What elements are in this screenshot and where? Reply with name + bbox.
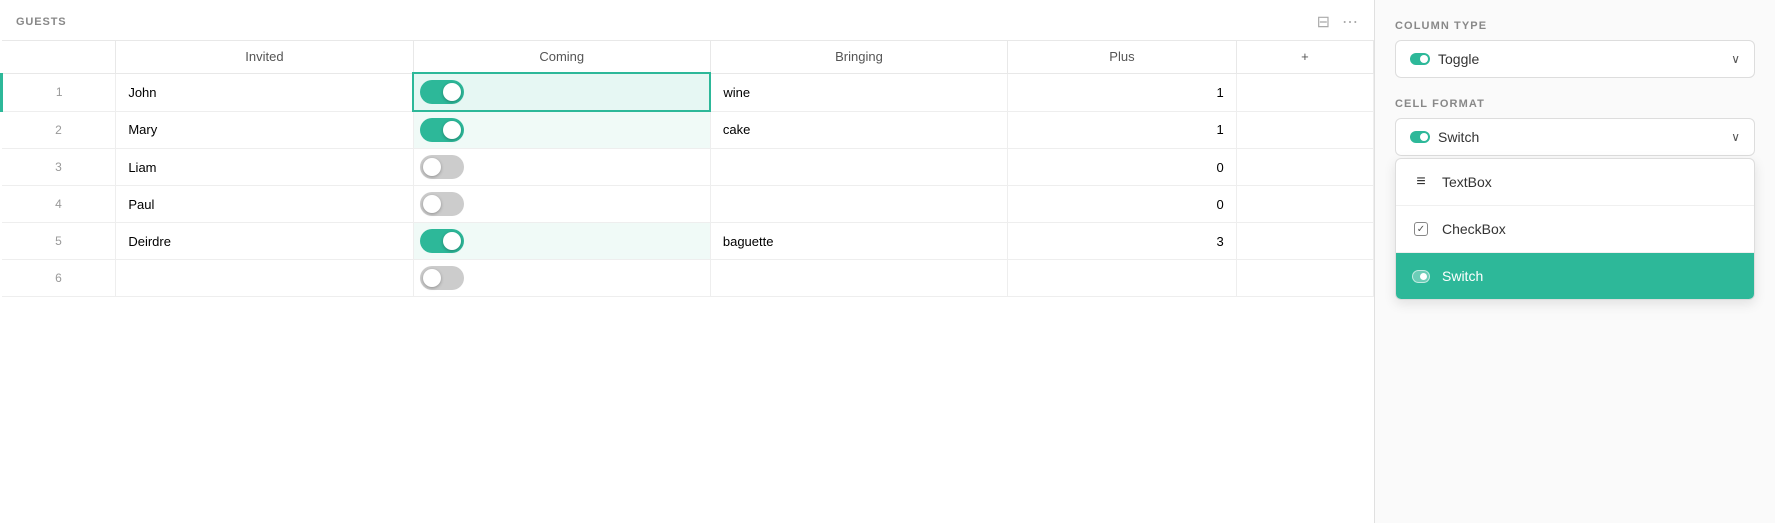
table-row: 6 bbox=[2, 260, 1374, 297]
th-bringing: Bringing bbox=[710, 41, 1007, 74]
cell-coming[interactable] bbox=[413, 111, 710, 149]
toggle-knob bbox=[423, 195, 441, 213]
chevron-down-icon: ∨ bbox=[1731, 52, 1740, 66]
cell-invited[interactable]: Deirdre bbox=[116, 223, 413, 260]
toggle-switch[interactable] bbox=[420, 192, 464, 216]
menu-item-switch[interactable]: Switch bbox=[1396, 253, 1754, 299]
toggle-switch[interactable] bbox=[420, 266, 464, 290]
table-header: Invited Coming Bringing Plus + bbox=[2, 41, 1374, 74]
cell-plus[interactable] bbox=[1008, 260, 1237, 297]
cell-format-value: Switch bbox=[1438, 129, 1479, 145]
textbox-icon bbox=[1412, 173, 1430, 191]
th-coming: Coming bbox=[413, 41, 710, 74]
cell-invited[interactable]: Paul bbox=[116, 186, 413, 223]
cell-coming[interactable] bbox=[413, 186, 710, 223]
chevron-down-icon-2: ∨ bbox=[1731, 130, 1740, 144]
menu-item-checkbox[interactable]: ✓ CheckBox bbox=[1396, 206, 1754, 253]
row-number: 6 bbox=[2, 260, 116, 297]
toggle-knob bbox=[443, 121, 461, 139]
cell-bringing[interactable]: baguette bbox=[710, 223, 1007, 260]
row-number: 5 bbox=[2, 223, 116, 260]
th-invited: Invited bbox=[116, 41, 413, 74]
table-row: 4Paul 0 bbox=[2, 186, 1374, 223]
cell-invited[interactable]: John bbox=[116, 73, 413, 111]
cell-add bbox=[1236, 260, 1373, 297]
cell-add bbox=[1236, 73, 1373, 111]
data-table: Invited Coming Bringing Plus + 1Johnwine… bbox=[0, 40, 1374, 297]
filter-icon[interactable]: ⊟ bbox=[1317, 12, 1330, 32]
cell-plus[interactable]: 3 bbox=[1008, 223, 1237, 260]
toggle-knob bbox=[443, 83, 461, 101]
table-panel: GUESTS ⊟ ⋯ Invited Coming Bringing Plus … bbox=[0, 0, 1375, 523]
cell-format-section: CELL FORMAT Switch ∨ TextBox ✓ CheckBox bbox=[1395, 98, 1755, 300]
switch-active-icon bbox=[1412, 267, 1430, 285]
row-number: 3 bbox=[2, 149, 116, 186]
toggle-switch[interactable] bbox=[420, 118, 464, 142]
cell-plus[interactable]: 0 bbox=[1008, 149, 1237, 186]
table-title: GUESTS bbox=[16, 16, 67, 28]
row-number: 1 bbox=[2, 73, 116, 111]
table-row: 3Liam 0 bbox=[2, 149, 1374, 186]
cell-add bbox=[1236, 223, 1373, 260]
toggle-switch[interactable] bbox=[420, 80, 464, 104]
cell-bringing[interactable] bbox=[710, 149, 1007, 186]
toggle-switch[interactable] bbox=[420, 229, 464, 253]
toggle-knob bbox=[443, 232, 461, 250]
toggle-knob bbox=[423, 158, 441, 176]
cell-coming[interactable] bbox=[413, 260, 710, 297]
cell-plus[interactable]: 0 bbox=[1008, 186, 1237, 223]
cell-plus[interactable]: 1 bbox=[1008, 111, 1237, 149]
cell-format-menu: TextBox ✓ CheckBox Switch bbox=[1395, 158, 1755, 300]
textbox-label: TextBox bbox=[1442, 174, 1492, 190]
cell-plus[interactable]: 1 bbox=[1008, 73, 1237, 111]
checkbox-label: CheckBox bbox=[1442, 221, 1506, 237]
row-number: 4 bbox=[2, 186, 116, 223]
cell-coming[interactable] bbox=[413, 149, 710, 186]
column-type-label: COLUMN TYPE bbox=[1395, 20, 1755, 32]
table-row: 1Johnwine1 bbox=[2, 73, 1374, 111]
table-body: 1Johnwine12Marycake13Liam04Paul05Deirdre… bbox=[2, 73, 1374, 297]
cell-bringing[interactable] bbox=[710, 186, 1007, 223]
cell-add bbox=[1236, 186, 1373, 223]
row-number: 2 bbox=[2, 111, 116, 149]
cell-bringing[interactable]: cake bbox=[710, 111, 1007, 149]
column-type-section: COLUMN TYPE Toggle ∨ bbox=[1395, 20, 1755, 78]
cell-bringing[interactable] bbox=[710, 260, 1007, 297]
table-header-row: GUESTS ⊟ ⋯ bbox=[0, 12, 1374, 40]
th-plus: Plus bbox=[1008, 41, 1237, 74]
th-add[interactable]: + bbox=[1236, 41, 1373, 74]
menu-item-textbox[interactable]: TextBox bbox=[1396, 159, 1754, 206]
cell-coming[interactable] bbox=[413, 73, 710, 111]
table-wrapper: Invited Coming Bringing Plus + 1Johnwine… bbox=[0, 40, 1374, 297]
cell-add bbox=[1236, 149, 1373, 186]
more-icon[interactable]: ⋯ bbox=[1342, 12, 1358, 32]
cell-invited[interactable] bbox=[116, 260, 413, 297]
checkbox-icon: ✓ bbox=[1412, 220, 1430, 238]
toggle-icon bbox=[1410, 53, 1430, 65]
cell-invited[interactable]: Mary bbox=[116, 111, 413, 149]
cell-add bbox=[1236, 111, 1373, 149]
cell-invited[interactable]: Liam bbox=[116, 149, 413, 186]
toggle-switch[interactable] bbox=[420, 155, 464, 179]
table-row: 2Mary cake1 bbox=[2, 111, 1374, 149]
cell-format-dropdown[interactable]: Switch ∨ bbox=[1395, 118, 1755, 156]
column-type-dropdown[interactable]: Toggle ∨ bbox=[1395, 40, 1755, 78]
cell-bringing[interactable]: wine bbox=[710, 73, 1007, 111]
switch-icon bbox=[1410, 131, 1430, 143]
table-actions: ⊟ ⋯ bbox=[1317, 12, 1358, 32]
toggle-knob bbox=[423, 269, 441, 287]
right-panel: COLUMN TYPE Toggle ∨ CELL FORMAT Switch … bbox=[1375, 0, 1775, 523]
switch-label: Switch bbox=[1442, 268, 1483, 284]
table-row: 5Deirdre baguette3 bbox=[2, 223, 1374, 260]
cell-coming[interactable] bbox=[413, 223, 710, 260]
column-type-value: Toggle bbox=[1438, 51, 1479, 67]
th-row-num bbox=[2, 41, 116, 74]
cell-format-label: CELL FORMAT bbox=[1395, 98, 1755, 110]
